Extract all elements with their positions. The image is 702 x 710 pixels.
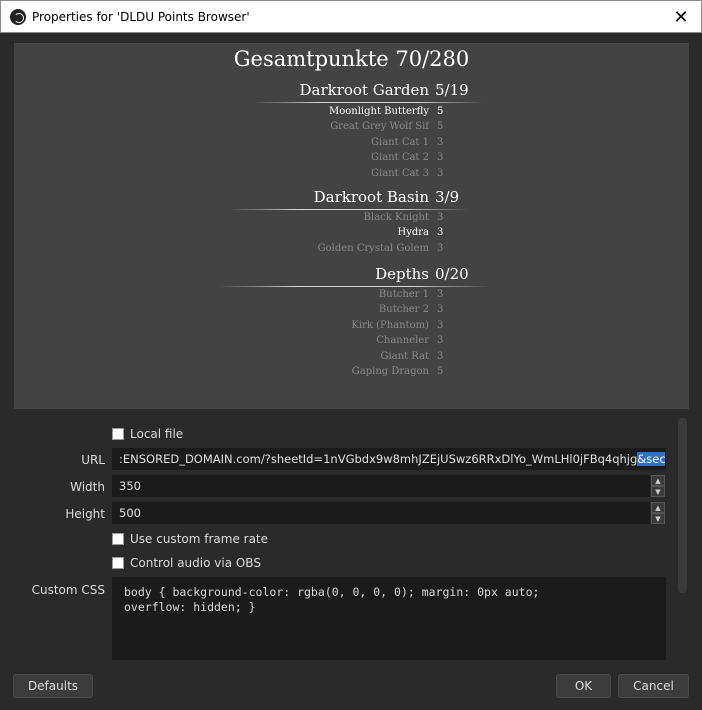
section-header: Darkroot Garden 5/19	[229, 81, 469, 99]
section-divider	[254, 102, 484, 103]
item-points: 5	[437, 106, 444, 117]
defaults-button[interactable]: Defaults	[13, 674, 93, 698]
height-input[interactable]: 500	[112, 502, 650, 524]
list-item: Black Knight 3	[229, 212, 444, 223]
list-item: Giant Rat 3	[229, 351, 443, 362]
custom-css-label: Custom CSS	[31, 583, 105, 597]
url-label: URL	[81, 453, 105, 467]
section-name: Darkroot Garden	[299, 81, 430, 99]
item-points: 3	[437, 350, 444, 362]
list-item: Golden Crystal Golem 3	[229, 242, 444, 254]
list-item: Gaping Dragon 5	[229, 366, 444, 377]
window-title: Properties for 'DLDU Points Browser'	[32, 9, 250, 24]
item-name: Channeler	[376, 335, 429, 347]
item-name: Giant Cat 2	[371, 152, 429, 164]
custom-frame-rate-checkbox[interactable]	[112, 533, 124, 545]
section-name: Darkroot Basin	[313, 188, 429, 206]
local-file-checkbox-row[interactable]: Local file	[112, 427, 183, 441]
cancel-button[interactable]: Cancel	[618, 674, 689, 698]
item-points: 3	[437, 152, 444, 164]
section-header: Depths 0/20	[229, 265, 469, 283]
height-stepper[interactable]: ▲ ▼	[651, 502, 665, 524]
section-divider	[229, 209, 469, 210]
item-points: 3	[437, 289, 444, 300]
list-item: Giant Cat 2 3	[229, 152, 443, 163]
control-audio-checkbox[interactable]	[112, 557, 124, 569]
section-score: 0/20	[435, 265, 469, 283]
item-name: Black Knight	[363, 212, 429, 223]
custom-css-textarea[interactable]: body { background-color: rgba(0, 0, 0, 0…	[112, 577, 666, 660]
item-name: Gaping Dragon	[351, 366, 429, 377]
local-file-checkbox[interactable]	[112, 428, 124, 440]
list-item: Giant Cat 3 3	[229, 168, 443, 179]
control-audio-label: Control audio via OBS	[130, 556, 261, 570]
item-name: Giant Rat	[380, 350, 429, 362]
item-points: 3	[437, 242, 444, 254]
item-points: 5	[437, 121, 444, 133]
item-points: 3	[437, 319, 444, 331]
list-item: Hydra 3	[229, 227, 443, 238]
section-score: 3/9	[435, 188, 460, 206]
list-item: Great Grey Wolf Sif 5	[229, 121, 443, 132]
custom-frame-rate-row[interactable]: Use custom frame rate	[112, 532, 268, 546]
item-points: 3	[437, 304, 444, 316]
control-audio-row[interactable]: Control audio via OBS	[112, 556, 261, 570]
title-bar: Properties for 'DLDU Points Browser' ✕	[0, 0, 702, 33]
item-name: Giant Cat 3	[371, 167, 429, 179]
width-input[interactable]: 350	[112, 475, 650, 497]
item-name: Hydra	[397, 227, 429, 239]
item-name: Butcher 1	[378, 289, 429, 300]
item-points: 3	[437, 167, 444, 179]
list-item: Butcher 2 3	[229, 304, 443, 315]
item-name: Butcher 2	[378, 304, 429, 316]
section-divider	[219, 286, 489, 287]
properties-scrollbar[interactable]	[678, 418, 687, 593]
source-preview: Gesamtpunkte 70/280 Darkroot Garden 5/19 M…	[14, 43, 689, 409]
list-item: Moonlight Butterfly 5	[229, 106, 443, 117]
section-name: Depths	[375, 265, 429, 283]
ok-button[interactable]: OK	[556, 674, 611, 698]
chevron-up-icon[interactable]: ▲	[651, 475, 665, 486]
item-points: 3	[437, 136, 444, 148]
item-name: Kirk (Phantom)	[351, 319, 429, 331]
obs-logo-icon	[10, 8, 26, 25]
local-file-label: Local file	[130, 427, 184, 441]
item-points: 3	[437, 212, 444, 223]
url-input[interactable]: :ENSORED_DOMAIN.com/?sheetId=1nVGbdx9w8m…	[112, 448, 666, 470]
chevron-down-icon[interactable]: ▼	[651, 486, 665, 497]
item-name: Golden Crystal Golem	[317, 242, 429, 254]
item-name: Giant Cat 1	[371, 136, 429, 148]
close-icon[interactable]: ✕	[667, 5, 695, 29]
chevron-up-icon[interactable]: ▲	[651, 502, 665, 513]
item-points: 5	[437, 366, 444, 377]
item-points: 3	[437, 227, 444, 239]
height-label: Height	[65, 507, 105, 521]
overlay-title: Gesamtpunkte 70/280	[233, 47, 470, 71]
list-item: Kirk (Phantom) 3	[229, 320, 443, 331]
url-selected-text: &secondsPerPage=5	[637, 452, 665, 466]
custom-frame-rate-label: Use custom frame rate	[130, 532, 269, 546]
item-name: Moonlight Butterfly	[329, 106, 429, 117]
width-stepper[interactable]: ▲ ▼	[651, 475, 665, 497]
chevron-down-icon[interactable]: ▼	[651, 513, 665, 524]
list-item: Channeler 3	[229, 335, 443, 346]
list-item: Butcher 1 3	[229, 289, 443, 300]
properties-window: Gesamtpunkte 70/280 Darkroot Garden 5/19 M…	[0, 33, 702, 710]
item-points: 3	[437, 335, 444, 347]
section-header: Darkroot Basin 3/9	[229, 188, 460, 206]
list-item: Giant Cat 1 3	[229, 137, 443, 148]
item-name: Great Grey Wolf Sif	[330, 121, 429, 133]
url-value: :ENSORED_DOMAIN.com/?sheetId=1nVGbdx9w8m…	[119, 452, 638, 466]
section-score: 5/19	[435, 81, 469, 99]
width-label: Width	[70, 480, 105, 494]
